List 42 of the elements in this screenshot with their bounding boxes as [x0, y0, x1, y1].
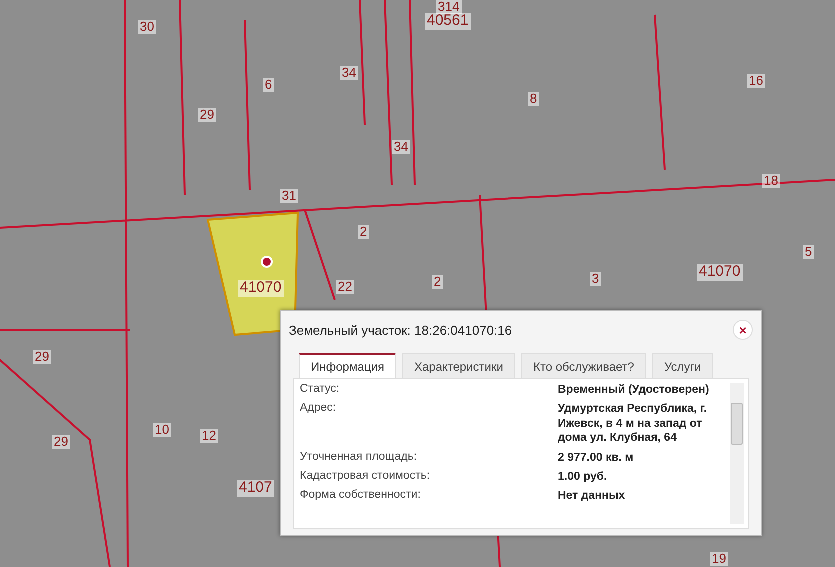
- parcel-number: 18: [762, 174, 780, 188]
- field-label: Уточненная площадь:: [300, 450, 418, 464]
- parcel-number: 2: [358, 225, 370, 240]
- field-value: 1.00 руб.: [558, 470, 608, 484]
- parcel-number: 31: [280, 189, 298, 204]
- popup-title: Земельный участок: 18:26:041070:16: [289, 322, 512, 338]
- field-label: Статус:: [300, 383, 341, 397]
- parcel-number: 5: [803, 245, 814, 260]
- field-label: Кадастровая стоимость:: [300, 470, 432, 484]
- parcel-number: 16: [747, 74, 766, 88]
- field-label: Адрес:: [300, 402, 338, 416]
- parcel-number: 41070: [238, 280, 284, 296]
- close-button[interactable]: ×: [733, 320, 753, 340]
- parcel-number: 6: [263, 78, 274, 92]
- parcel-number: 34: [340, 66, 358, 80]
- parcel-number: 4107: [237, 480, 274, 496]
- parcel-number: 34: [392, 140, 410, 154]
- parcel-number: 314: [436, 0, 462, 14]
- parcel-number: 12: [200, 429, 218, 444]
- field-value: Временный (Удостоверен): [558, 383, 710, 398]
- scrollbar[interactable]: [730, 383, 744, 524]
- field-value: Нет данных: [558, 489, 626, 504]
- field-value: Удмуртская Республика, г. Ижевск, в 4 м на запад от дома ул. Клубная, 64: [558, 402, 708, 446]
- parcel-number: 10: [153, 423, 172, 438]
- field-value: 2 977.00 кв. м: [558, 450, 635, 465]
- parcel-number: 8: [528, 92, 540, 106]
- parcel-number: 40561: [425, 13, 471, 30]
- parcel-number: 41070: [697, 264, 743, 280]
- tab[interactable]: Кто обслуживает?: [521, 353, 646, 379]
- parcel-number: 22: [336, 280, 354, 294]
- field-label: Форма собственности:: [300, 489, 422, 504]
- tab[interactable]: Характеристики: [402, 353, 516, 379]
- scroll-thumb[interactable]: [731, 403, 743, 445]
- tab[interactable]: Информация: [299, 353, 396, 379]
- parcel-number: 3: [590, 272, 602, 286]
- parcel-number: 29: [33, 350, 52, 364]
- parcel-number: 29: [198, 108, 216, 122]
- parcel-number: 19: [710, 552, 728, 566]
- parcel-number: 30: [138, 20, 156, 34]
- tab[interactable]: Услуги: [652, 353, 714, 379]
- parcel-number: 2: [432, 275, 444, 290]
- parcel-number: 29: [52, 435, 70, 450]
